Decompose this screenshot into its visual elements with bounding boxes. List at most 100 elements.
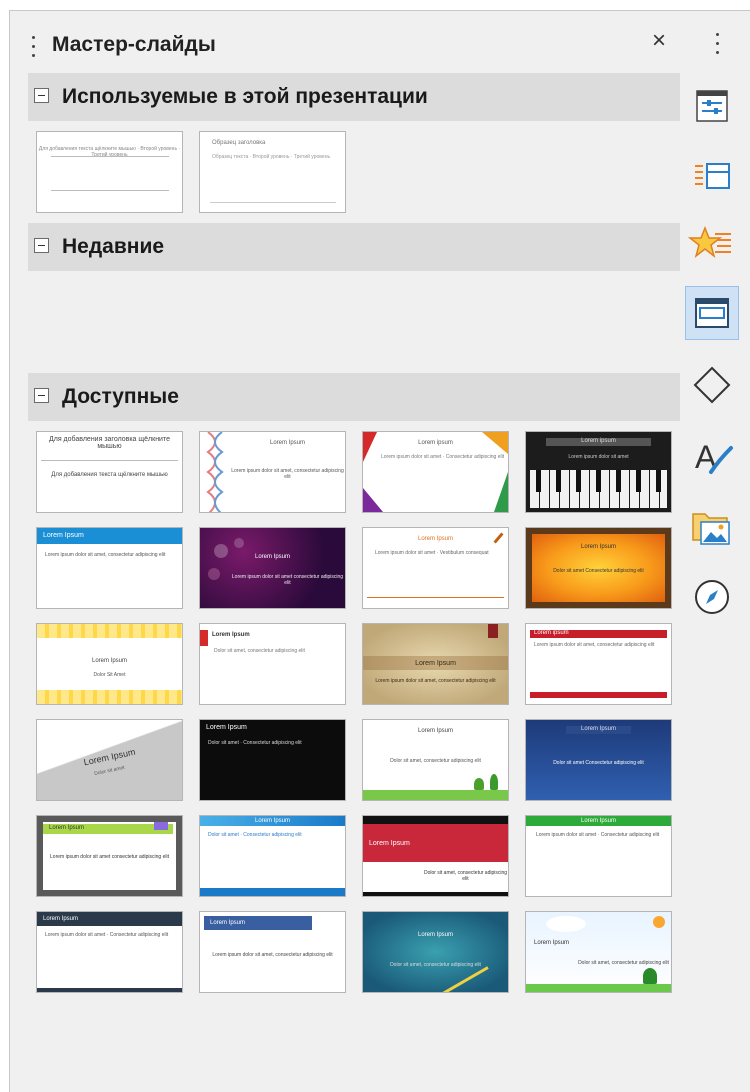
sidebar-menu-icon[interactable] xyxy=(716,33,719,60)
animation-star-icon xyxy=(687,225,731,258)
thumb-body: Lorem ipsum dolor sit amet · Vestibulum … xyxy=(375,550,489,556)
available-master-thumb[interactable]: Lorem Ipsum Dolor sit amet, consectetur … xyxy=(525,911,672,993)
shapes-tab[interactable] xyxy=(685,358,739,412)
available-master-thumb[interactable]: Lorem Ipsum Dolor sit amet · Consectetur… xyxy=(199,719,346,801)
available-master-thumb[interactable]: Lorem Ipsum Dolor sit amet xyxy=(36,719,183,801)
available-master-thumb[interactable]: Lorem Ipsum Lorem ipsum dolor sit amet, … xyxy=(199,911,346,993)
properties-icon xyxy=(696,90,728,122)
thumb-title: Lorem ipsum xyxy=(534,630,569,636)
thumb-title: Lorem Ipsum xyxy=(212,632,250,638)
section-available-header[interactable]: Доступные xyxy=(28,373,681,421)
thumb-body: Lorem ipsum dolor sit amet xyxy=(568,454,629,460)
diamond-shape-icon xyxy=(693,366,731,404)
master-slides-icon xyxy=(695,298,729,328)
properties-tab[interactable] xyxy=(685,79,739,133)
thumb-body: Lorem ipsum dolor sit amet, consectetur … xyxy=(375,678,496,684)
available-master-thumb[interactable]: Lorem Ipsum Dolor sit amet, consectetur … xyxy=(362,815,509,897)
thumb-title: Lorem Ipsum xyxy=(369,840,410,847)
styles-tab[interactable]: A xyxy=(685,430,739,484)
available-master-thumb[interactable]: Lorem Ipsum Lorem ipsum dolor sit amet, … xyxy=(36,527,183,609)
thumb-body: Dolor sit amet Consectetur adipiscing el… xyxy=(553,568,644,574)
thumb-title: Lorem Ipsum xyxy=(49,825,85,831)
available-master-thumb[interactable]: Lorem Ipsum Lorem ipsum dolor sit amet ·… xyxy=(36,911,183,993)
slide-transition-tab[interactable] xyxy=(685,150,739,204)
thumb-title: Lorem Ipsum xyxy=(254,554,290,560)
panel-title: Мастер-слайды xyxy=(52,33,216,56)
thumb-body: Dolor sit amet, consectetur adipiscing e… xyxy=(423,870,508,882)
available-master-thumb[interactable]: Lorem Ipsum Dolor sit amet Consectetur a… xyxy=(525,719,672,801)
gallery-tab[interactable] xyxy=(685,500,739,554)
thumb-title: Lorem Ipsum xyxy=(210,920,246,926)
available-master-thumb[interactable]: Lorem Ipsum Dolor sit amet, consectetur … xyxy=(362,719,509,801)
master-slides-panel: Мастер-слайды × Используемые в этой през… xyxy=(9,10,681,1092)
thumb-title: Lorem Ipsum xyxy=(534,940,570,946)
available-master-thumb[interactable]: Lorem Ipsum Dolor sit amet, consectetur … xyxy=(199,623,346,705)
thumb-body: Dolor sit amet, consectetur adipiscing e… xyxy=(214,648,305,654)
thumb-title: Lorem ipsum xyxy=(418,440,453,446)
navigator-compass-icon xyxy=(695,580,729,614)
section-used-header[interactable]: Используемые в этой презентации xyxy=(28,73,681,121)
thumb-title: Lorem Ipsum xyxy=(43,916,79,922)
available-master-thumb[interactable]: Lorem Ipsum Dolor sit amet · Consectetur… xyxy=(199,815,346,897)
thumb-title: Lorem ipsum xyxy=(581,438,616,444)
thumb-body: Lorem ipsum dolor sit amet · Consectetur… xyxy=(45,932,169,938)
thumb-body: Образец текста · Второй уровень · Третий… xyxy=(212,154,331,160)
used-master-thumb-1[interactable]: Для добавления текста щёлкните мышью · В… xyxy=(36,131,183,213)
collapse-toggle-icon[interactable] xyxy=(34,88,49,103)
available-master-thumb[interactable]: Lorem Ipsum Lorem ipsum dolor sit amet, … xyxy=(362,623,509,705)
thumb-body: Dolor sit amet · Consectetur adipiscing … xyxy=(208,740,302,746)
available-master-thumb[interactable]: Lorem Ipsum Lorem ipsum dolor sit amet c… xyxy=(199,527,346,609)
thumb-title: Lorem Ipsum xyxy=(91,658,127,664)
thumb-body: Lorem ipsum dolor sit amet consectetur a… xyxy=(50,854,169,860)
gallery-folder-icon xyxy=(692,513,730,545)
thumb-title: Lorem Ipsum xyxy=(43,532,84,539)
used-master-thumb-2[interactable]: Образец заголовка Образец текста · Второ… xyxy=(199,131,346,213)
collapse-toggle-icon[interactable] xyxy=(34,388,49,403)
available-master-thumb[interactable]: Lorem ipsum Lorem ipsum dolor sit amet ·… xyxy=(362,431,509,513)
drag-grip-icon[interactable] xyxy=(32,36,36,62)
dna-decoration xyxy=(206,432,224,512)
thumb-body: Lorem ipsum dolor sit amet, consectetur … xyxy=(212,952,333,958)
thumb-title: Lorem Ipsum xyxy=(417,932,453,938)
section-used-label: Используемые в этой презентации xyxy=(62,85,428,108)
slide-transition-icon xyxy=(695,163,730,189)
collapse-toggle-icon[interactable] xyxy=(34,238,49,253)
thumb-title: Образец заголовка xyxy=(212,140,266,146)
section-recent-label: Недавние xyxy=(62,235,165,258)
available-master-thumb[interactable]: Lorem Ipsum Dolor sit amet Consectetur a… xyxy=(525,527,672,609)
available-master-thumb[interactable]: Для добавления заголовка щёлкните мышью … xyxy=(36,431,183,513)
available-master-thumb[interactable]: Lorem Ipsum Lorem ipsum dolor sit amet, … xyxy=(199,431,346,513)
thumb-body: Lorem ipsum dolor sit amet consectetur a… xyxy=(231,574,344,586)
thumb-title: Lorem Ipsum xyxy=(580,544,616,550)
thumb-title: Lorem Ipsum xyxy=(269,440,305,446)
thumb-body: Lorem ipsum dolor sit amet · Consectetur… xyxy=(536,832,660,838)
thumb-title: Lorem Ipsum xyxy=(206,724,247,731)
close-button[interactable]: × xyxy=(652,27,666,55)
thumb-body: Lorem ipsum dolor sit amet, consectetur … xyxy=(45,552,166,558)
thumb-title: Lorem Ipsum xyxy=(415,660,456,667)
available-master-thumb[interactable]: Lorem Ipsum Dolor Sit Amet xyxy=(36,623,183,705)
thumb-body: Dolor sit amet Consectetur adipiscing el… xyxy=(553,760,644,766)
master-slides-tab[interactable] xyxy=(685,286,739,340)
thumb-title: Lorem Ipsum xyxy=(417,728,453,734)
thumb-title: Lorem Ipsum xyxy=(580,726,616,732)
panel-title-bar: Мастер-слайды × xyxy=(10,11,681,71)
available-master-thumb[interactable]: Lorem ipsum Lorem ipsum dolor sit amet, … xyxy=(525,623,672,705)
styles-brush-icon: A xyxy=(695,439,733,475)
navigator-tab[interactable] xyxy=(685,570,739,624)
available-master-thumb[interactable]: Lorem Ipsum Dolor sit amet, consectetur … xyxy=(362,911,509,993)
thumb-body: Dolor sit amet, consectetur adipiscing e… xyxy=(578,960,669,966)
thumb-title: Lorem Ipsum xyxy=(580,818,616,824)
thumb-title: Для добавления заголовка щёлкните мышью xyxy=(49,436,170,450)
section-recent-header[interactable]: Недавние xyxy=(28,223,681,271)
thumb-title: Lorem Ipsum xyxy=(417,536,453,542)
available-master-thumb[interactable]: Lorem ipsum Lorem ipsum dolor sit amet xyxy=(525,431,672,513)
animation-tab[interactable] xyxy=(685,218,739,272)
thumb-body: Для добавления текста щёлкните мышью xyxy=(51,472,168,478)
available-master-thumb[interactable]: Lorem Ipsum Lorem ipsum dolor sit amet ·… xyxy=(362,527,509,609)
thumb-body: Dolor sit amet, consectetur adipiscing e… xyxy=(390,758,481,764)
available-master-thumb[interactable]: Lorem Ipsum Lorem ipsum dolor sit amet c… xyxy=(36,815,183,897)
thumb-title: Lorem Ipsum xyxy=(254,818,290,824)
thumb-body: Lorem ipsum dolor sit amet · Consectetur… xyxy=(381,454,505,460)
available-master-thumb[interactable]: Lorem Ipsum Lorem ipsum dolor sit amet ·… xyxy=(525,815,672,897)
